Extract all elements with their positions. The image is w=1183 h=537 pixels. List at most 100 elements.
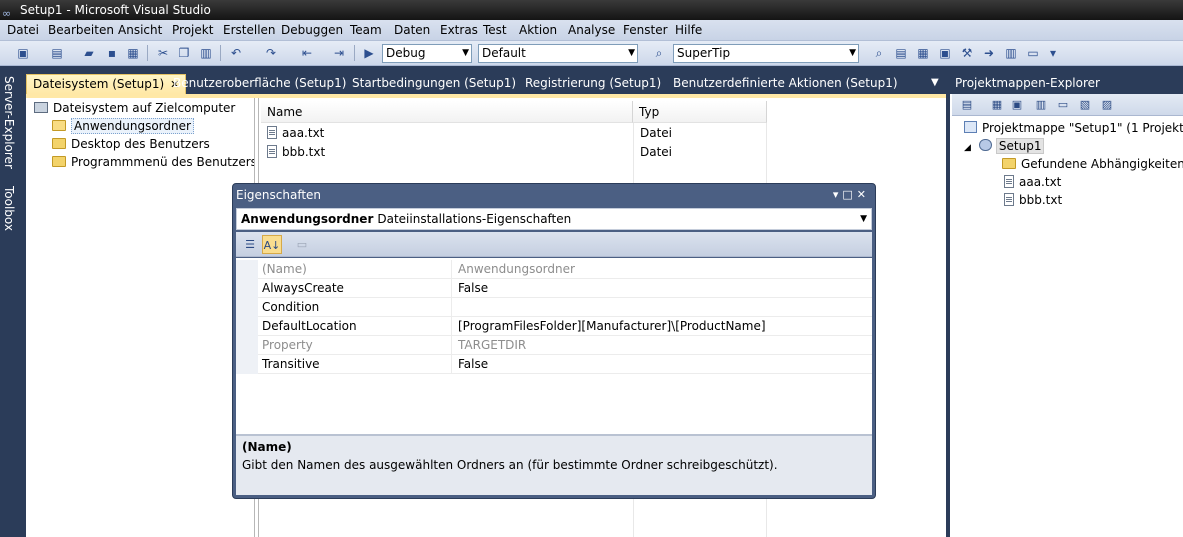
properties-title: Eigenschaften bbox=[236, 188, 322, 202]
property-pages-icon[interactable]: ▭ bbox=[292, 235, 312, 254]
server-explorer-tab[interactable]: Server-Explorer bbox=[2, 76, 16, 169]
list-item[interactable]: bbb.txt bbox=[267, 143, 325, 161]
menu-analyse[interactable]: Analyse bbox=[568, 23, 615, 37]
window-position-icon[interactable]: ▾ bbox=[833, 188, 843, 201]
solution-label: Projektmappe "Setup1" (1 Projekt) bbox=[982, 121, 1183, 135]
solution-configuration-combo[interactable]: Debug ▼ bbox=[382, 44, 472, 63]
file-type: Datei bbox=[640, 126, 673, 140]
save-icon[interactable]: ▪ bbox=[103, 44, 121, 62]
properties-window-icon[interactable]: ▦ bbox=[914, 44, 932, 62]
tree-item-anwendungsordner[interactable]: Anwendungsordner bbox=[52, 118, 194, 136]
property-row[interactable]: Condition bbox=[236, 298, 872, 317]
find-in-files-icon[interactable]: ⌕ bbox=[650, 44, 668, 62]
menu-aktion[interactable]: Aktion bbox=[519, 23, 557, 37]
launch-conditions-editor-icon[interactable]: ▨ bbox=[1098, 96, 1116, 113]
toolbar-options-icon[interactable]: ▾ bbox=[1044, 44, 1062, 62]
navigate-forward-icon[interactable]: ⇥ bbox=[330, 44, 348, 62]
property-value[interactable]: False bbox=[458, 355, 488, 373]
categorized-icon[interactable]: ☰ bbox=[240, 235, 260, 254]
redo-icon[interactable]: ↷ bbox=[262, 44, 280, 62]
new-project-icon[interactable]: ▣ bbox=[14, 44, 32, 62]
row-margin bbox=[236, 336, 258, 355]
property-row[interactable]: AlwaysCreate False bbox=[236, 279, 872, 298]
solution-explorer-icon[interactable]: ▤ bbox=[892, 44, 910, 62]
properties-title-bar[interactable]: Eigenschaften ▾□✕ bbox=[236, 186, 872, 204]
undo-icon[interactable]: ↶ bbox=[227, 44, 245, 62]
property-row[interactable]: Transitive False bbox=[236, 355, 872, 374]
copy-icon[interactable]: ❐ bbox=[175, 44, 193, 62]
solution-item[interactable]: Gefundene Abhängigkeiten bbox=[1002, 156, 1183, 174]
solution-node[interactable]: Projektmappe "Setup1" (1 Projekt) bbox=[964, 120, 1183, 138]
find-combo[interactable]: SuperTip ▼ bbox=[673, 44, 859, 63]
menu-projekt[interactable]: Projekt bbox=[172, 23, 213, 37]
collapse-icon[interactable]: ◢ bbox=[964, 143, 971, 153]
property-row[interactable]: DefaultLocation [ProgramFilesFolder][Man… bbox=[236, 317, 872, 336]
solution-explorer-title[interactable]: Projektmappen-Explorer bbox=[950, 72, 1183, 94]
user-interface-editor-icon[interactable]: ▭ bbox=[1054, 96, 1072, 113]
class-view-icon[interactable]: ▥ bbox=[1002, 44, 1020, 62]
start-page-icon[interactable]: ➜ bbox=[980, 44, 998, 62]
object-name: Anwendungsordner bbox=[241, 212, 374, 226]
tab-startbedingungen[interactable]: Startbedingungen (Setup1) bbox=[346, 74, 522, 94]
folder-icon bbox=[52, 138, 66, 149]
solution-item[interactable]: bbb.txt bbox=[1004, 192, 1062, 210]
close-icon[interactable]: ✕ bbox=[857, 188, 870, 201]
navigate-backward-icon[interactable]: ⇤ bbox=[298, 44, 316, 62]
tree-item-programmmenue[interactable]: Programmmenü des Benutzers bbox=[52, 154, 257, 172]
column-header-name[interactable]: Name bbox=[261, 101, 633, 123]
solution-icon bbox=[964, 121, 977, 133]
toolbox-icon[interactable]: ⚒ bbox=[958, 44, 976, 62]
object-browser-icon[interactable]: ▣ bbox=[936, 44, 954, 62]
property-row[interactable]: (Name) Anwendungsordner bbox=[236, 260, 872, 279]
add-item-icon[interactable]: ▤ bbox=[48, 44, 66, 62]
open-file-icon[interactable]: ▰ bbox=[80, 44, 98, 62]
menu-extras[interactable]: Extras bbox=[440, 23, 478, 37]
solution-item[interactable]: aaa.txt bbox=[1004, 174, 1061, 192]
alphabetical-icon[interactable]: A↓ bbox=[262, 235, 282, 254]
menu-erstellen[interactable]: Erstellen bbox=[223, 23, 276, 37]
tree-root-label: Dateisystem auf Zielcomputer bbox=[53, 101, 236, 115]
menu-ansicht[interactable]: Ansicht bbox=[118, 23, 162, 37]
properties-icon[interactable]: ▤ bbox=[958, 96, 976, 113]
menu-fenster[interactable]: Fenster bbox=[623, 23, 668, 37]
tab-benutzeroberflaeche[interactable]: Benutzeroberfläche (Setup1) bbox=[167, 74, 352, 94]
maximize-icon[interactable]: □ bbox=[842, 188, 856, 201]
property-value[interactable]: False bbox=[458, 279, 488, 297]
cut-icon[interactable]: ✂ bbox=[154, 44, 172, 62]
menu-bearbeiten[interactable]: Bearbeiten bbox=[48, 23, 114, 37]
save-all-icon[interactable]: ▦ bbox=[124, 44, 142, 62]
find-icon[interactable]: ⌕ bbox=[870, 44, 888, 62]
property-value[interactable]: Anwendungsordner bbox=[458, 260, 575, 278]
tab-benutzerdefinierte-aktionen[interactable]: Benutzerdefinierte Aktionen (Setup1) bbox=[667, 74, 904, 94]
start-debugging-icon[interactable]: ▶ bbox=[360, 44, 378, 62]
tree-item-desktop[interactable]: Desktop des Benutzers bbox=[52, 136, 210, 154]
tab-label: Dateisystem (Setup1) bbox=[33, 77, 165, 91]
menu-team[interactable]: Team bbox=[350, 23, 382, 37]
property-value[interactable]: TARGETDIR bbox=[458, 336, 526, 354]
property-row[interactable]: Property TARGETDIR bbox=[236, 336, 872, 355]
registry-editor-icon[interactable]: ▣ bbox=[1008, 96, 1026, 113]
tab-list-dropdown-icon[interactable]: ▼ bbox=[925, 74, 945, 94]
menu-debuggen[interactable]: Debuggen bbox=[281, 23, 343, 37]
file-system-editor-icon[interactable]: ▦ bbox=[988, 96, 1006, 113]
tree-root[interactable]: Dateisystem auf Zielcomputer bbox=[34, 100, 235, 118]
command-window-icon[interactable]: ▭ bbox=[1024, 44, 1042, 62]
solution-platform-combo[interactable]: Default ▼ bbox=[478, 44, 638, 63]
property-value[interactable]: [ProgramFilesFolder][Manufacturer]\[Prod… bbox=[458, 317, 766, 335]
menu-test[interactable]: Test bbox=[483, 23, 507, 37]
paste-icon[interactable]: ▥ bbox=[197, 44, 215, 62]
custom-actions-editor-icon[interactable]: ▧ bbox=[1076, 96, 1094, 113]
toolbox-tab[interactable]: Toolbox bbox=[2, 186, 16, 231]
menu-datei[interactable]: Datei bbox=[7, 23, 39, 37]
list-item[interactable]: aaa.txt bbox=[267, 124, 324, 142]
menu-hilfe[interactable]: Hilfe bbox=[675, 23, 702, 37]
object-selector[interactable]: Anwendungsordner Dateiinstallations-Eigen… bbox=[236, 208, 872, 230]
text-file-icon bbox=[267, 126, 277, 139]
tab-registrierung[interactable]: Registrierung (Setup1) bbox=[519, 74, 667, 94]
text-file-icon bbox=[267, 145, 277, 158]
column-header-typ[interactable]: Typ bbox=[633, 101, 767, 123]
project-node[interactable]: ◢ Setup1 bbox=[964, 138, 1045, 156]
tab-dateisystem[interactable]: Dateisystem (Setup1) ✕ bbox=[26, 74, 187, 94]
file-types-editor-icon[interactable]: ▥ bbox=[1032, 96, 1050, 113]
menu-daten[interactable]: Daten bbox=[394, 23, 430, 37]
